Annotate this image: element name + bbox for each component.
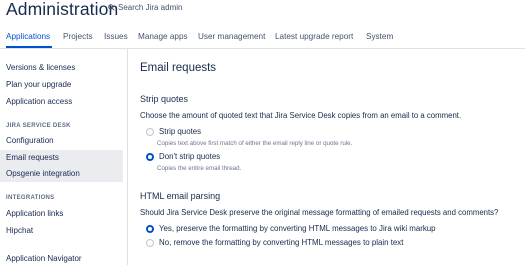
sidebar-item-plan-upgrade[interactable]: Plan your upgrade: [6, 80, 71, 89]
sidebar-item-configuration[interactable]: Configuration: [6, 136, 54, 145]
tab-manage-apps[interactable]: Manage apps: [138, 32, 188, 41]
sidebar-item-opsgenie-integration[interactable]: Opsgenie integration: [6, 169, 80, 178]
remove-formatting-radio[interactable]: [146, 238, 154, 247]
search-label: Search Jira admin: [118, 3, 183, 12]
sidebar-item-hipchat[interactable]: Hipchat: [6, 226, 33, 235]
search-admin-button[interactable]: Search Jira admin: [108, 3, 182, 12]
dont-strip-quotes-option[interactable]: Don't strip quotes: [146, 152, 220, 161]
sidebar-item-application-navigator[interactable]: Application Navigator: [6, 254, 82, 263]
tab-issues[interactable]: Issues: [104, 32, 128, 41]
sidebar: Versions & licenses Plan your upgrade Ap…: [0, 49, 128, 265]
sidebar-item-versions-licenses[interactable]: Versions & licenses: [6, 63, 75, 72]
remove-formatting-label: No, remove the formatting by converting …: [159, 238, 404, 247]
search-icon: [108, 4, 115, 11]
dont-strip-quotes-hint: Copies the entire email thread.: [157, 165, 242, 172]
page-title: Administration: [6, 0, 119, 19]
strip-quotes-label: Strip quotes: [159, 127, 202, 136]
html-parsing-heading: HTML email parsing: [140, 191, 221, 201]
sidebar-section-jira-service-desk: JIRA SERVICE DESK: [6, 123, 71, 129]
tab-applications[interactable]: Applications: [6, 32, 50, 41]
strip-quotes-radio[interactable]: [146, 127, 154, 136]
sidebar-item-email-requests[interactable]: Email requests: [6, 153, 59, 162]
tab-latest-upgrade-report[interactable]: Latest upgrade report: [275, 32, 353, 41]
html-parsing-description: Should Jira Service Desk preserve the or…: [140, 208, 499, 217]
section-page-title: Email requests: [140, 62, 217, 74]
sidebar-item-application-access[interactable]: Application access: [6, 97, 72, 106]
tab-projects[interactable]: Projects: [63, 32, 93, 41]
strip-quotes-heading: Strip quotes: [140, 94, 189, 104]
preserve-formatting-radio[interactable]: [146, 224, 154, 233]
dont-strip-quotes-radio[interactable]: [146, 152, 154, 161]
tab-user-management[interactable]: User management: [198, 32, 265, 41]
preserve-formatting-option[interactable]: Yes, preserve the formatting by converti…: [146, 224, 436, 233]
dont-strip-quotes-label: Don't strip quotes: [159, 152, 221, 161]
sidebar-section-integrations: INTEGRATIONS: [6, 195, 55, 201]
admin-tabs: Applications Projects Issues Manage apps…: [0, 28, 525, 48]
main-content: Email requests Strip quotes Choose the a…: [128, 49, 525, 265]
sidebar-item-application-links[interactable]: Application links: [6, 209, 63, 218]
strip-quotes-option[interactable]: Strip quotes: [146, 127, 201, 136]
tab-system[interactable]: System: [366, 32, 393, 41]
strip-quotes-description: Choose the amount of quoted text that Ji…: [140, 111, 462, 120]
preserve-formatting-label: Yes, preserve the formatting by converti…: [159, 224, 436, 233]
top-bar: Administration Search Jira admin: [0, 0, 525, 26]
remove-formatting-option[interactable]: No, remove the formatting by converting …: [146, 238, 403, 247]
strip-quotes-hint: Copies text above first match of either …: [157, 140, 353, 147]
